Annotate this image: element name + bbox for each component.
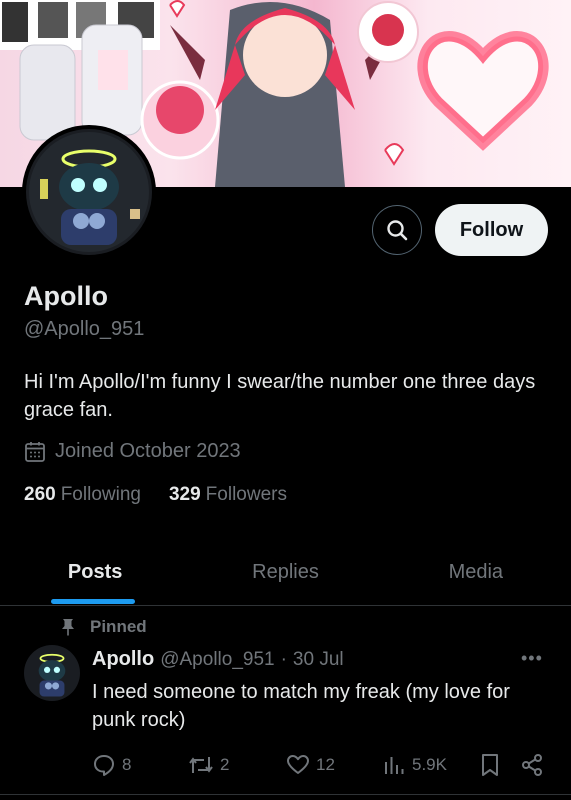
follow-button[interactable]: Follow [435,204,548,256]
views-button[interactable]: 5.9K [382,750,447,780]
following-count: 260 [24,484,56,505]
post-actions: 8 2 12 5.9K [92,750,552,780]
pin-icon [62,619,74,636]
profile-bio: Hi I'm Apollo/I'm funny I swear/the numb… [24,371,536,421]
search-button[interactable] [372,205,422,255]
post-header: Apollo @Apollo_951 · 30 Jul [92,648,344,671]
tab-posts[interactable]: Posts [0,540,190,605]
repost-count: 2 [220,755,230,774]
profile-handle: @Apollo_951 [24,318,145,340]
joined-date: Joined October 2023 [24,440,241,463]
post-separator: · [280,649,287,670]
joined-text: Joined October 2023 [55,440,241,462]
like-count: 12 [316,755,335,774]
followers-count: 329 [168,484,201,505]
tab-media[interactable]: Media [381,540,571,605]
views-icon [385,757,404,774]
repost-button[interactable]: 2 [188,750,229,780]
reply-count: 8 [122,755,132,774]
post-text: I need someone to match my freak (my lov… [92,681,510,731]
following-label: Following [60,484,141,505]
profile-stats: 260 Following 329 Followers [24,484,287,506]
repost-icon [189,757,213,773]
post-avatar-image [24,645,80,701]
pinned-label: Pinned [90,617,147,636]
more-options-icon[interactable]: ••• [521,648,543,669]
post-divider [0,794,571,795]
reply-button[interactable]: 8 [92,750,131,780]
bookmark-button[interactable] [479,750,501,780]
heart-icon [287,755,309,774]
pinned-indicator: Pinned [60,617,147,637]
followers-link[interactable]: 329 Followers [169,484,287,506]
followers-label: Followers [205,484,287,505]
views-count: 5.9K [412,755,447,774]
like-button[interactable]: 12 [286,750,335,780]
profile-tabs: Posts Replies Media [0,540,571,606]
post-avatar[interactable] [24,645,80,701]
post-date[interactable]: 30 Jul [293,649,344,671]
bookmark-icon [482,754,498,776]
following-link[interactable]: 260 Following [24,484,141,506]
reply-icon [94,755,114,776]
profile-name: Apollo [24,281,108,311]
calendar-icon [25,441,45,462]
profile-avatar[interactable] [22,125,156,259]
avatar-image [26,129,152,255]
tab-replies[interactable]: Replies [190,540,380,605]
share-button[interactable] [520,750,544,780]
post-author-handle[interactable]: @Apollo_951 [160,649,274,671]
post-author-name[interactable]: Apollo [92,648,154,671]
search-icon [387,220,408,241]
active-tab-indicator [51,599,135,604]
share-icon [522,754,542,776]
